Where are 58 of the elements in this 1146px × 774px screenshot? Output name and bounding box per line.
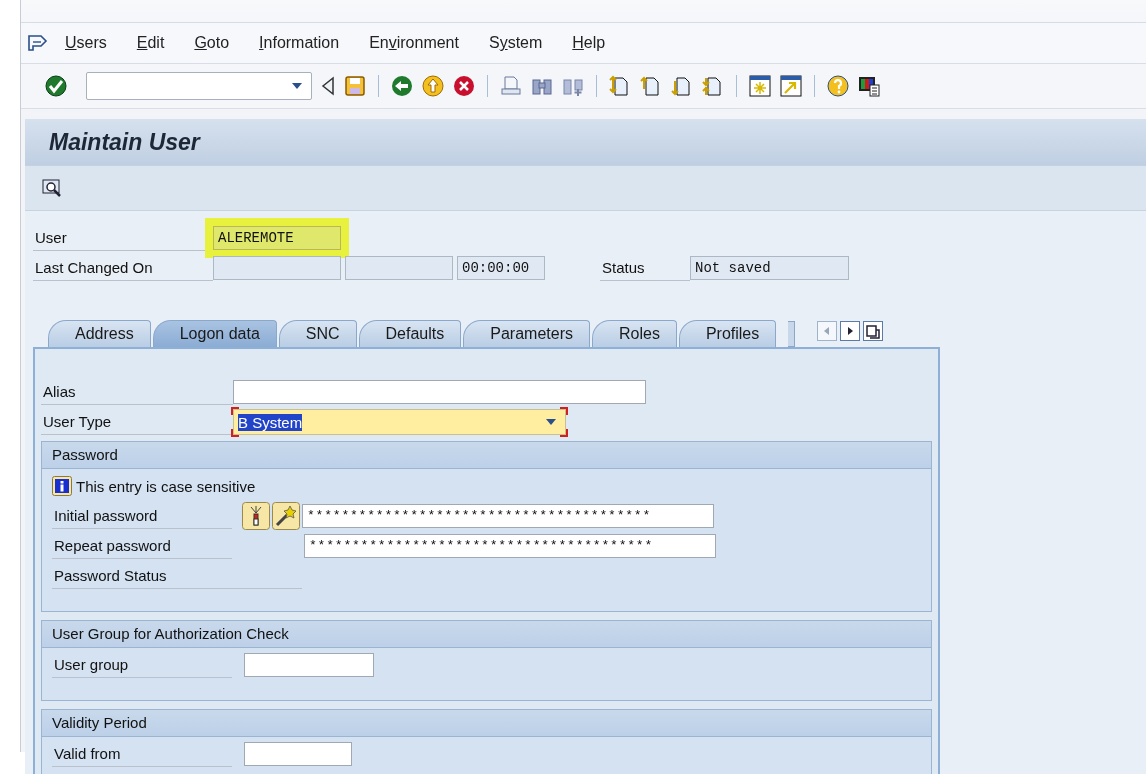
menu-item[interactable]: Users xyxy=(65,34,107,52)
tab[interactable]: Roles xyxy=(591,320,677,347)
field-label: Initial password xyxy=(52,503,232,529)
tab[interactable]: Logon data xyxy=(152,320,277,347)
field-label: Valid from xyxy=(52,741,232,767)
field-label: Repeat password xyxy=(52,533,232,559)
field-label: Password Status xyxy=(52,563,302,589)
menu-icon[interactable] xyxy=(27,34,49,52)
dropdown-arrow-icon[interactable] xyxy=(291,82,303,90)
save-icon[interactable] xyxy=(344,75,366,97)
last-page-icon[interactable] xyxy=(702,75,724,97)
date-field[interactable] xyxy=(213,256,341,280)
cancel-icon[interactable] xyxy=(453,75,475,97)
group-title: Password xyxy=(42,442,931,469)
tab[interactable]: Address xyxy=(48,320,151,347)
help-icon[interactable] xyxy=(827,75,849,97)
menu-item[interactable]: Help xyxy=(572,34,606,52)
password-field[interactable]: **************************************** xyxy=(304,534,716,558)
tab[interactable]: SNC xyxy=(278,320,357,347)
alias-field[interactable] xyxy=(233,380,646,404)
generator-button-icon[interactable] xyxy=(242,502,270,530)
next-page-icon[interactable] xyxy=(671,75,693,97)
previous-page-icon[interactable] xyxy=(640,75,662,97)
screen-title: Maintain User xyxy=(49,128,200,156)
menu-item[interactable]: System xyxy=(488,34,543,52)
scroll-right-button-icon[interactable] xyxy=(840,321,861,341)
up-arrow-circle-icon[interactable] xyxy=(422,75,444,97)
first-page-icon[interactable] xyxy=(609,75,631,97)
group-title: Validity Period xyxy=(42,710,931,737)
checkmark-icon[interactable] xyxy=(45,75,67,97)
menu-item[interactable]: Information xyxy=(259,34,340,52)
date-field[interactable] xyxy=(345,256,453,280)
menu-item[interactable]: Goto xyxy=(194,34,230,52)
status-field[interactable]: Not saved xyxy=(690,256,849,280)
password-field[interactable]: **************************************** xyxy=(302,504,714,528)
tab[interactable]: Defaults xyxy=(358,320,462,347)
user-type-dropdown[interactable]: B System xyxy=(233,409,566,435)
shortcut-window-icon[interactable] xyxy=(780,75,802,97)
info-message: This entry is case sensitive xyxy=(76,477,256,495)
magic-wand-button-icon[interactable] xyxy=(272,502,300,530)
back-triangle-icon[interactable] xyxy=(321,76,335,96)
tab[interactable]: Profiles xyxy=(678,320,777,347)
tab[interactable]: Parameters xyxy=(463,320,590,347)
menu-item[interactable]: Environment xyxy=(369,34,459,52)
command-field[interactable] xyxy=(86,72,312,100)
time-field[interactable]: 00:00:00 xyxy=(457,256,545,280)
menu-item[interactable]: Edit xyxy=(136,34,165,52)
date-field[interactable] xyxy=(244,742,352,766)
input-field[interactable] xyxy=(244,653,374,677)
display-change-icon[interactable] xyxy=(41,178,63,198)
new-window-icon[interactable] xyxy=(749,75,771,97)
layout-monitor-icon[interactable] xyxy=(858,75,880,97)
info-icon[interactable] xyxy=(52,476,72,496)
tab-list-button-icon[interactable] xyxy=(863,321,884,341)
print-icon[interactable] xyxy=(500,75,522,97)
dropdown-arrow-icon[interactable] xyxy=(545,418,557,426)
field-label: User group xyxy=(52,652,232,678)
group-title: User Group for Authorization Check xyxy=(42,621,931,648)
